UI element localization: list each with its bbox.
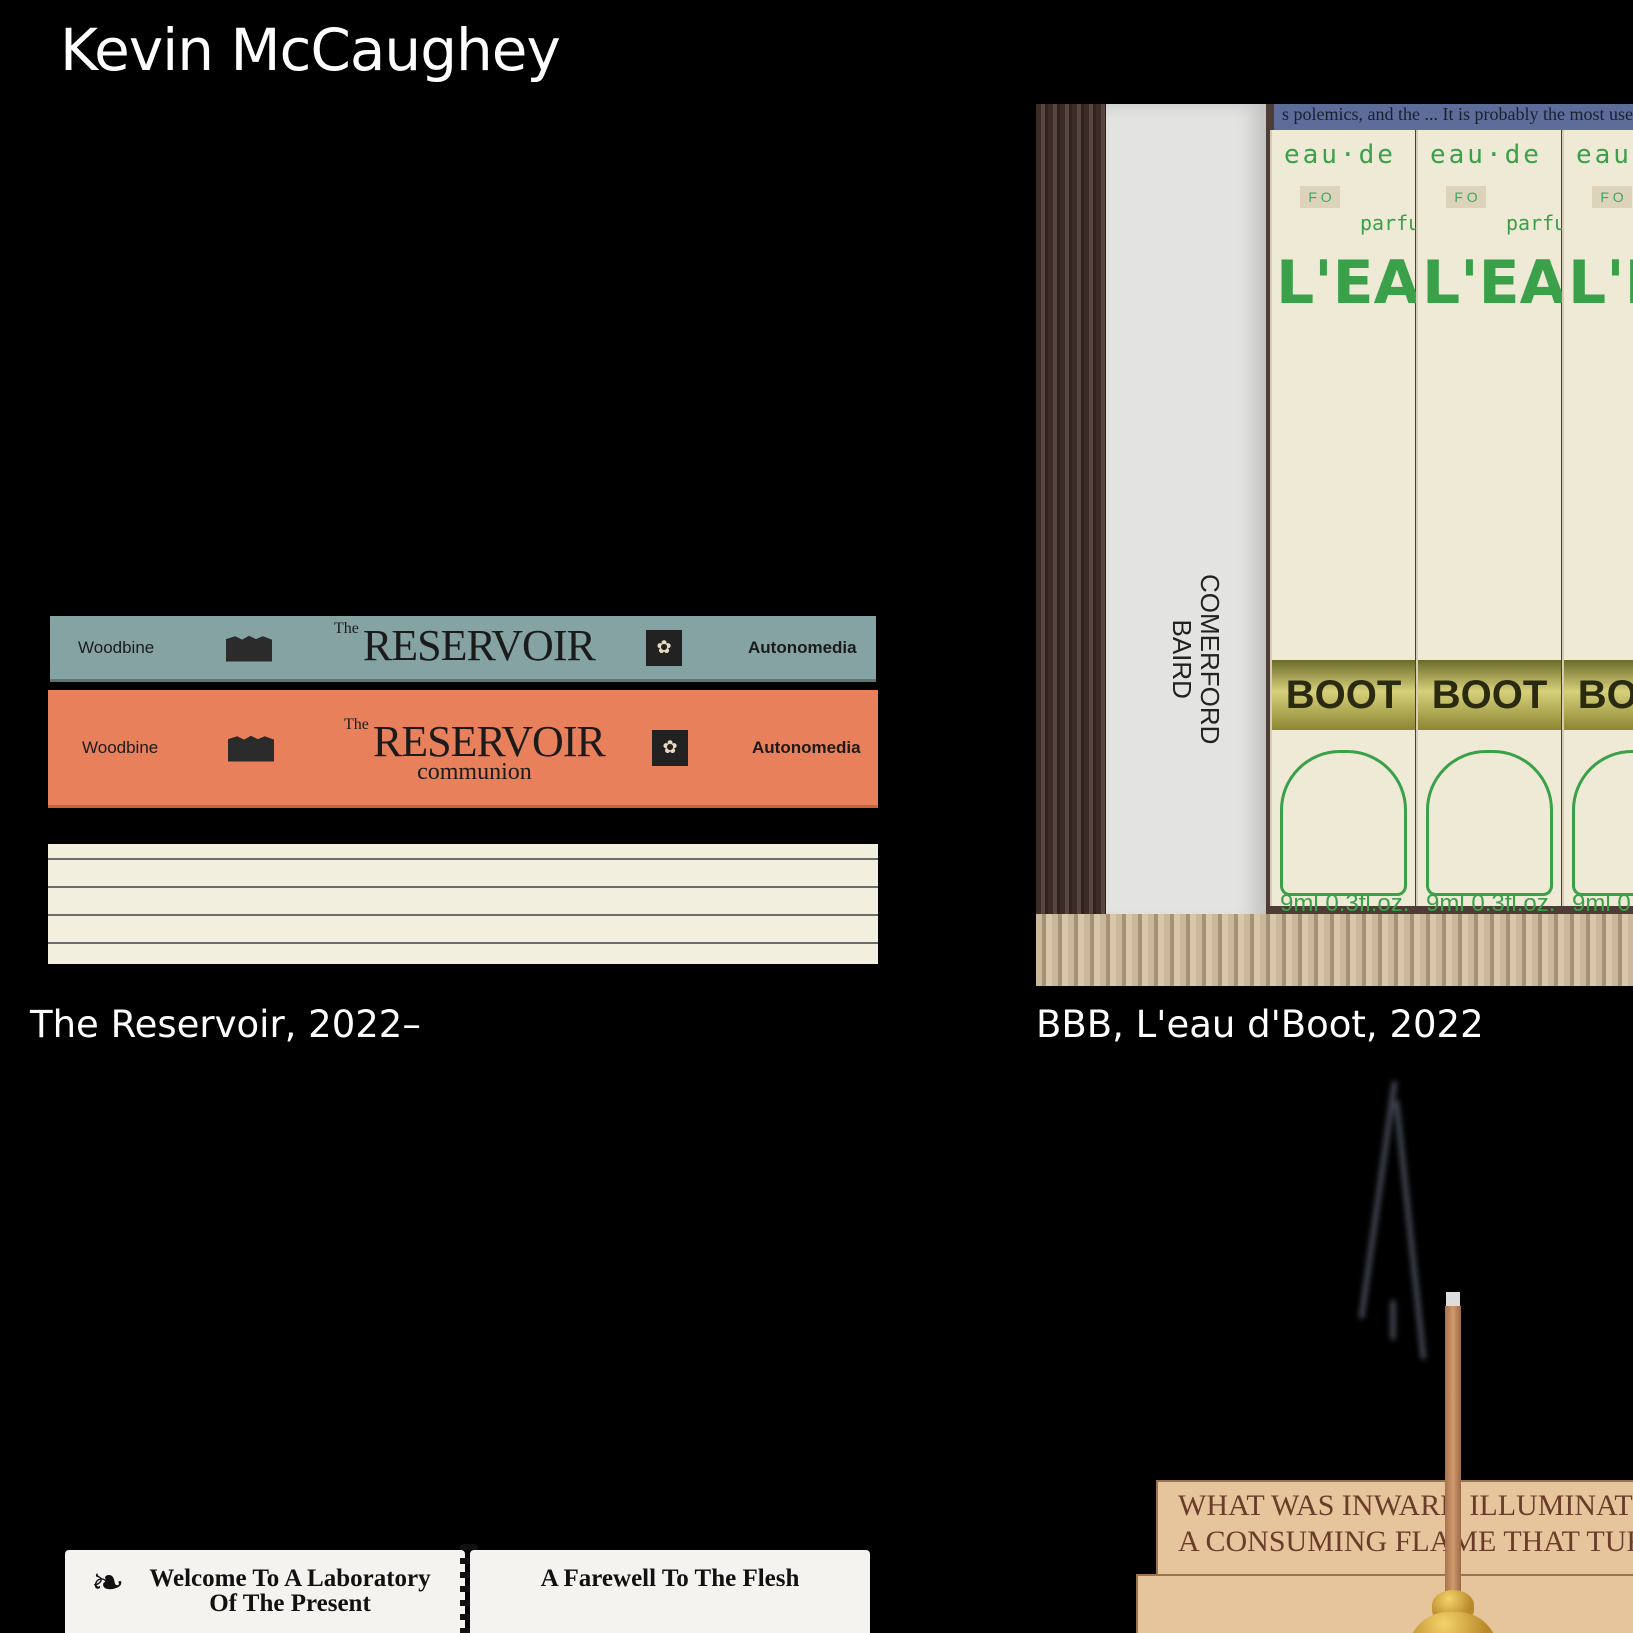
background-book-text: s polemics, and the ... It is probably t…: [1274, 104, 1633, 130]
project-thumbnail-leau-dboot[interactable]: COMERFORD BAIRD s polemics, and the ... …: [1036, 104, 1633, 986]
plaque-line-1: WHAT WAS INWARD ILLUMINATION BE: [1178, 1489, 1633, 1522]
project-caption-bbb[interactable]: BBB, L'eau d'Boot, 2022: [1036, 1002, 1484, 1048]
spine-title: TheRESERVOIR communion: [344, 716, 606, 785]
site-title[interactable]: Kevin McCaughey: [60, 14, 561, 86]
project-caption-reservoir[interactable]: The Reservoir, 2022–: [30, 1002, 421, 1048]
autonomedia-logo-icon: ✿: [646, 629, 682, 666]
spine-publisher-right: Autonomedia: [752, 737, 861, 757]
spine-publisher-left: Woodbine: [78, 637, 155, 657]
book-spine-reservoir-communion: Woodbine TheRESERVOIR communion ✿ Autono…: [48, 690, 878, 808]
smoke: [1359, 1080, 1397, 1320]
spine-publisher-left: Woodbine: [82, 737, 159, 757]
woodbine-logo-icon: [226, 635, 272, 662]
plaque-line-2: A CONSUMING FLAME THAT TURNS O: [1178, 1525, 1633, 1558]
spine-title: TheRESERVOIR: [334, 620, 596, 670]
project-thumbnail-laboratory[interactable]: ❧ Welcome To A Laboratory Of The Present…: [60, 1540, 870, 1633]
project-thumbnail-incense[interactable]: WHAT WAS INWARD ILLUMINATION BE A CONSUM…: [1036, 1060, 1633, 1633]
project-thumbnail-reservoir[interactable]: Woodbine TheRESERVOIR ✿ Autonomedia Wood…: [40, 600, 890, 980]
woodbine-logo-icon: [228, 735, 274, 762]
shelf-board: [1036, 914, 1633, 986]
wooden-base: [1136, 1574, 1633, 1633]
notebook-right-page: A Farewell To The Flesh: [470, 1550, 870, 1633]
perfume-box: eau·de F O parfum L'EAU BOOT 9ml 0.3fl.o…: [1416, 130, 1613, 917]
book-page-edge: [48, 844, 878, 964]
book-spine-reservoir: Woodbine TheRESERVOIR ✿ Autonomedia: [50, 616, 876, 682]
dancer-figure-icon: ❧: [91, 1561, 125, 1605]
book-author: COMERFORD BAIRD: [1167, 574, 1225, 745]
white-book: COMERFORD BAIRD: [1106, 104, 1266, 926]
notebook-left-title: Welcome To A Laboratory Of The Present: [149, 1565, 431, 1617]
perfume-box: eau·de F O parfum L'EAU BOOT 9ml 0.3fl.o…: [1270, 130, 1467, 917]
spine-publisher-right: Autonomedia: [748, 637, 857, 657]
notebook-right-title: A Farewell To The Flesh: [540, 1565, 800, 1592]
perfume-box: eau·de F O parfum L'EAU BOOT 9ml 0.3fl.o…: [1562, 130, 1633, 917]
autonomedia-logo-icon: ✿: [652, 729, 688, 766]
notebook-left-page: ❧ Welcome To A Laboratory Of The Present: [65, 1550, 465, 1633]
smoke: [1394, 1100, 1426, 1360]
engraved-plaque: WHAT WAS INWARD ILLUMINATION BE A CONSUM…: [1156, 1480, 1633, 1576]
shelf-side: [1036, 104, 1106, 926]
smoke: [1391, 1300, 1395, 1340]
incense-stick: [1445, 1306, 1461, 1606]
